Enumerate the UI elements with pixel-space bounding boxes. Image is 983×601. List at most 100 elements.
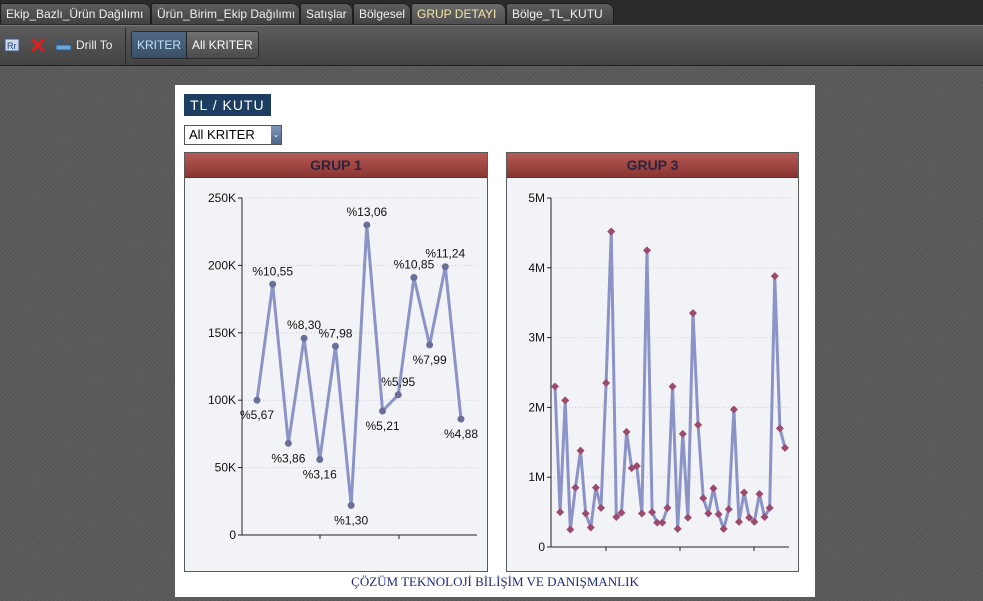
data-label: %5,67 xyxy=(240,408,274,422)
data-label: %13,06 xyxy=(346,205,387,219)
chart-grup-1-title: GRUP 1 xyxy=(185,153,487,178)
data-label: %5,21 xyxy=(366,419,400,433)
chart-grup-1-plot: 0 50K 100K 150K 200K 250K %5,67 %10,55 %3,86 %8,3… xyxy=(185,178,487,571)
data-point xyxy=(663,503,672,512)
data-point xyxy=(566,525,575,534)
data-point xyxy=(683,513,692,522)
data-point xyxy=(770,272,779,281)
drill-to-icon xyxy=(55,39,72,51)
data-label: %8,30 xyxy=(287,318,321,332)
data-point xyxy=(607,227,616,236)
data-point xyxy=(379,407,387,415)
data-point xyxy=(694,420,703,429)
drill-to-label: Drill To xyxy=(76,38,113,52)
panel-title: TL / KUTU xyxy=(184,94,271,116)
chart-grup-1-svg: 0 50K 100K 150K 200K 250K %5,67 %10,55 %3,86 %8,3… xyxy=(208,191,478,542)
data-point xyxy=(714,510,723,519)
data-point xyxy=(284,439,292,447)
all-kriter-button[interactable]: All KRITER xyxy=(187,32,258,58)
chart-grup-3-plot: 0 1M 2M 3M 4M 5M xyxy=(507,178,798,571)
chevron-down-icon: ⌄ xyxy=(271,126,281,144)
data-label: %11,24 xyxy=(425,247,465,261)
data-point xyxy=(658,518,667,527)
data-point xyxy=(586,523,595,532)
data-point xyxy=(581,509,590,518)
data-point xyxy=(591,483,600,492)
y-tick-label: 1M xyxy=(528,470,545,484)
data-point xyxy=(300,334,308,342)
tab-urun-birim-ekip-dagilimi[interactable]: Ürün_Birim_Ekip Dağılımı xyxy=(151,3,300,24)
filter-button[interactable]: Rr xyxy=(4,36,20,54)
data-point xyxy=(457,415,465,423)
data-point xyxy=(689,309,697,318)
data-point xyxy=(781,443,789,452)
data-point xyxy=(441,263,449,271)
kriter-button[interactable]: KRITER xyxy=(132,32,188,58)
data-point xyxy=(755,489,764,498)
data-point xyxy=(410,274,418,282)
toolbar-separator xyxy=(125,28,126,64)
kriter-dropdown-value: All KRITER xyxy=(189,127,255,142)
data-point xyxy=(704,509,713,518)
data-point xyxy=(622,427,631,436)
chart-grup-3-title: GRUP 3 xyxy=(507,153,798,178)
tab-bolge-tl-kutu[interactable]: Bölge_TL_KUTU xyxy=(506,3,614,24)
y-tick-label: 0 xyxy=(229,528,236,542)
data-point xyxy=(643,246,651,255)
data-point xyxy=(775,424,784,433)
tab-bolgesel[interactable]: Bölgesel xyxy=(353,3,411,24)
data-point xyxy=(253,396,261,404)
data-label: %7,98 xyxy=(318,326,352,340)
close-icon xyxy=(31,38,45,52)
y-tick-label: 0 xyxy=(538,540,545,554)
drill-to-button[interactable]: Drill To xyxy=(55,36,112,54)
tab-grup-detayi[interactable]: GRUP DETAYI xyxy=(411,3,506,24)
y-tick-label: 100K xyxy=(208,393,236,407)
data-label: %5,95 xyxy=(381,375,415,389)
data-point xyxy=(426,341,434,349)
report-panel: TL / KUTU All KRITER ⌄ GRUP 1 0 50K 100K 15… xyxy=(175,85,815,597)
series-line xyxy=(553,230,787,532)
data-point xyxy=(709,484,718,493)
y-tick-label: 250K xyxy=(208,191,236,205)
y-tick-label: 5M xyxy=(528,191,545,205)
data-point xyxy=(363,221,371,229)
chart-grup-3: GRUP 3 0 1M 2M 3M 4M 5M xyxy=(506,152,799,572)
toolbar: Rr Drill To KRITER All KRITER xyxy=(0,25,983,66)
data-label: %3,16 xyxy=(303,468,337,482)
tab-ekip-bazli-urun-dagilimi[interactable]: Ekip_Bazlı_Ürün Dağılımı xyxy=(0,3,151,24)
y-tick-label: 4M xyxy=(528,261,545,275)
clear-button[interactable] xyxy=(30,36,46,54)
chart-grup-1: GRUP 1 0 50K 100K 150K 200K 250K %5,67 %10,55 %3… xyxy=(184,152,488,572)
data-label: %3,86 xyxy=(271,451,305,465)
data-point xyxy=(571,483,580,492)
tab-satislar[interactable]: Satışlar xyxy=(300,3,353,24)
data-label: %1,30 xyxy=(334,513,368,527)
data-point xyxy=(668,382,677,391)
data-point xyxy=(637,509,646,518)
data-point xyxy=(551,382,559,391)
kriter-toggle-group: KRITER All KRITER xyxy=(131,31,259,59)
chart-grup-3-svg: 0 1M 2M 3M 4M 5M xyxy=(528,191,789,554)
data-point xyxy=(561,396,570,405)
data-point xyxy=(673,524,682,533)
data-point xyxy=(597,503,605,512)
data-point xyxy=(347,501,355,509)
y-tick-label: 2M xyxy=(528,400,545,414)
y-tick-label: 200K xyxy=(208,258,236,272)
svg-text:Rr: Rr xyxy=(7,41,17,51)
y-tick-label: 3M xyxy=(528,331,545,345)
filter-icon: Rr xyxy=(4,38,20,52)
data-label: %7,99 xyxy=(413,353,447,367)
data-point xyxy=(724,505,733,514)
data-point xyxy=(740,488,749,497)
data-label: %10,55 xyxy=(252,264,293,278)
tab-bar: Ekip_Bazlı_Ürün Dağılımı Ürün_Birim_Ekip… xyxy=(0,0,983,25)
kriter-dropdown[interactable]: All KRITER ⌄ xyxy=(184,125,282,145)
footer-company-name: ÇÖZÜM TEKNOLOJİ BİLİŞİM VE DANIŞMANLIK xyxy=(351,574,639,589)
data-point xyxy=(331,342,339,350)
y-tick-label: 150K xyxy=(208,326,236,340)
y-tick-label: 50K xyxy=(215,461,236,475)
data-label: %4,88 xyxy=(444,427,478,441)
data-point xyxy=(678,429,687,438)
